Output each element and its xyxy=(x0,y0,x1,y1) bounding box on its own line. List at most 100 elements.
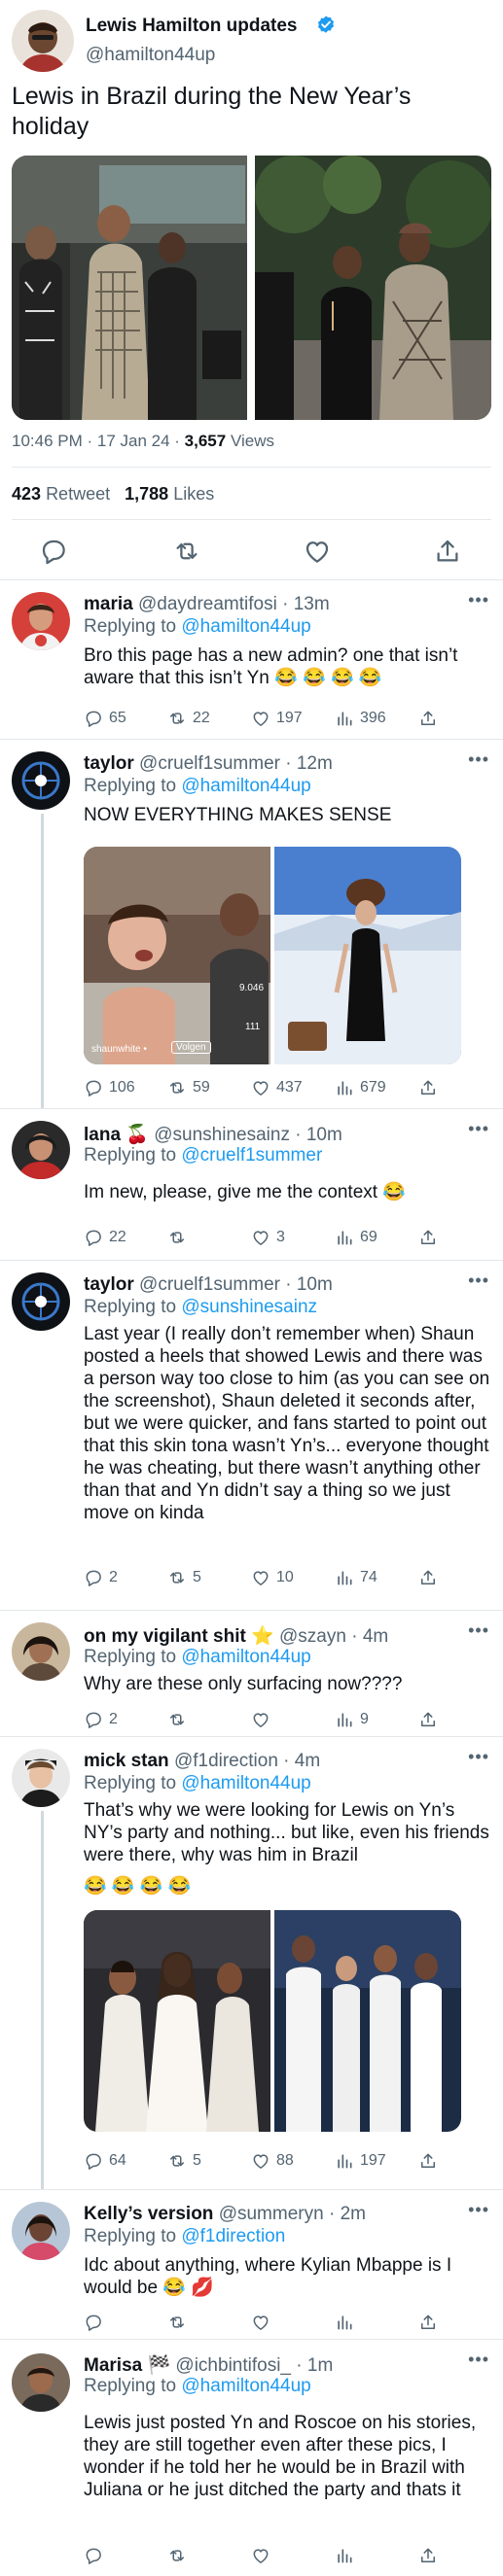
mention-link[interactable]: @hamilton44up xyxy=(181,1647,310,1667)
avatar[interactable] xyxy=(12,1272,70,1331)
views-button[interactable]: 396 xyxy=(335,707,386,730)
reply-author-handle[interactable]: @szayn xyxy=(279,1626,346,1647)
share-button[interactable] xyxy=(418,2311,444,2334)
avatar[interactable] xyxy=(12,1749,70,1807)
more-options-icon[interactable]: ••• xyxy=(468,1119,489,1139)
views-button[interactable]: 69 xyxy=(335,1226,377,1249)
like-button[interactable]: 437 xyxy=(251,1076,303,1099)
avatar[interactable] xyxy=(12,1121,70,1179)
reply-button[interactable]: 65 xyxy=(84,707,126,730)
reply-author-name[interactable]: on my vigilant shit ⭐ xyxy=(84,1626,274,1647)
reply-button[interactable] xyxy=(84,2311,109,2334)
share-button[interactable] xyxy=(418,2149,444,2173)
author-avatar[interactable] xyxy=(12,10,74,72)
like-button[interactable]: 10 xyxy=(251,1566,294,1589)
reply-tweet[interactable]: taylor @cruelf1summer · 12m ••• Replying… xyxy=(0,739,503,1109)
reply-media[interactable] xyxy=(84,1910,461,2132)
reply-author-handle[interactable]: @summeryn xyxy=(219,2204,324,2224)
retweet-button[interactable]: 59 xyxy=(167,1076,210,1099)
reply-author-name[interactable]: mick stan xyxy=(84,1751,169,1771)
retweet-count[interactable]: 423 xyxy=(12,484,41,504)
like-icon[interactable] xyxy=(303,537,332,566)
mention-link[interactable]: @hamilton44up xyxy=(181,1773,310,1793)
views-button[interactable]: 9 xyxy=(335,1708,369,1731)
more-options-icon[interactable]: ••• xyxy=(468,2200,489,2220)
retweet-button[interactable]: 5 xyxy=(167,1566,201,1589)
reply-tweet[interactable]: Kelly’s version @summeryn · 2m ••• Reply… xyxy=(0,2189,503,2339)
retweet-icon[interactable] xyxy=(172,537,201,566)
reply-tweet[interactable]: Marisa 🏁 @ichbintifosi_ · 1m ••• Replyin… xyxy=(0,2339,503,2576)
like-button[interactable] xyxy=(251,2544,276,2567)
avatar[interactable] xyxy=(12,2353,70,2412)
reply-button[interactable] xyxy=(84,2544,109,2567)
likes-label[interactable]: Likes xyxy=(173,484,214,504)
reply-button[interactable]: 2 xyxy=(84,1566,118,1589)
mention-link[interactable]: @hamilton44up xyxy=(181,616,310,637)
share-button[interactable] xyxy=(418,1566,444,1589)
share-button[interactable] xyxy=(418,1076,444,1099)
retweet-button[interactable] xyxy=(167,1226,193,1249)
mention-link[interactable]: @hamilton44up xyxy=(181,776,310,796)
reply-tweet[interactable]: taylor @cruelf1summer · 10m ••• Replying… xyxy=(0,1260,503,1610)
share-button[interactable] xyxy=(418,2544,444,2567)
reply-author-name[interactable]: maria xyxy=(84,594,133,614)
reply-author-handle[interactable]: @ichbintifosi_ xyxy=(175,2355,291,2376)
reply-author-name[interactable]: taylor xyxy=(84,753,134,774)
reply-icon[interactable] xyxy=(39,537,68,566)
like-button[interactable]: 88 xyxy=(251,2149,294,2173)
reply-author-name[interactable]: Marisa 🏁 xyxy=(84,2355,170,2376)
mention-link[interactable]: @sunshinesainz xyxy=(181,1297,317,1317)
views-button[interactable]: 197 xyxy=(335,2149,386,2173)
reply-author-handle[interactable]: @daydreamtifosi xyxy=(138,594,277,614)
share-icon[interactable] xyxy=(433,537,462,566)
avatar[interactable] xyxy=(12,1622,70,1681)
mention-link[interactable]: @hamilton44up xyxy=(181,2376,310,2396)
reply-tweet[interactable]: maria @daydreamtifosi · 13m ••• Replying… xyxy=(0,579,503,739)
reply-author-handle[interactable]: @sunshinesainz xyxy=(154,1125,290,1145)
more-options-icon[interactable]: ••• xyxy=(468,749,489,770)
reply-button[interactable]: 22 xyxy=(84,1226,126,1249)
author-name[interactable]: Lewis Hamilton updates xyxy=(86,16,297,37)
reply-author-name[interactable]: Kelly’s version xyxy=(84,2204,213,2224)
views-button[interactable]: 679 xyxy=(335,1076,386,1099)
like-button[interactable] xyxy=(251,2311,276,2334)
retweet-button[interactable] xyxy=(167,1708,193,1731)
like-button[interactable] xyxy=(251,1708,276,1731)
avatar[interactable] xyxy=(12,751,70,810)
reply-author-name[interactable]: lana 🍒 xyxy=(84,1125,149,1145)
more-options-icon[interactable]: ••• xyxy=(468,590,489,610)
reply-tweet[interactable]: lana 🍒 @sunshinesainz · 10m ••• Replying… xyxy=(0,1108,503,1260)
reply-tweet[interactable]: on my vigilant shit ⭐ @szayn · 4m ••• Re… xyxy=(0,1610,503,1736)
author-handle[interactable]: @hamilton44up xyxy=(86,45,215,66)
retweet-button[interactable] xyxy=(167,2311,193,2334)
share-button[interactable] xyxy=(418,707,444,730)
retweet-button[interactable]: 5 xyxy=(167,2149,201,2173)
views-button[interactable]: 74 xyxy=(335,1566,377,1589)
retweet-label[interactable]: Retweet xyxy=(46,484,110,504)
reply-media[interactable]: shaunwhite • Volgen 9.046 111 xyxy=(84,847,461,1064)
mention-link[interactable]: @f1direction xyxy=(181,2226,285,2246)
views-button[interactable] xyxy=(335,2311,360,2334)
reply-author-name[interactable]: taylor xyxy=(84,1274,134,1295)
like-button[interactable]: 3 xyxy=(251,1226,285,1249)
like-button[interactable]: 197 xyxy=(251,707,303,730)
reply-tweet[interactable]: mick stan @f1direction · 4m ••• Replying… xyxy=(0,1736,503,2190)
share-button[interactable] xyxy=(418,1708,444,1731)
reply-button[interactable]: 64 xyxy=(84,2149,126,2173)
more-options-icon[interactable]: ••• xyxy=(468,1620,489,1641)
reply-button[interactable]: 2 xyxy=(84,1708,118,1731)
retweet-button[interactable] xyxy=(167,2544,193,2567)
more-options-icon[interactable]: ••• xyxy=(468,1271,489,1291)
mention-link[interactable]: @cruelf1summer xyxy=(181,1145,322,1166)
reply-button[interactable]: 106 xyxy=(84,1076,135,1099)
more-options-icon[interactable]: ••• xyxy=(468,1747,489,1767)
reply-author-handle[interactable]: @cruelf1summer xyxy=(139,1274,280,1295)
views-button[interactable] xyxy=(335,2544,360,2567)
more-options-icon[interactable]: ••• xyxy=(468,2350,489,2370)
reply-author-handle[interactable]: @f1direction xyxy=(174,1751,278,1771)
retweet-button[interactable]: 22 xyxy=(167,707,210,730)
avatar[interactable] xyxy=(12,2202,70,2260)
likes-count[interactable]: 1,788 xyxy=(125,484,168,504)
follow-button[interactable]: Volgen xyxy=(171,1041,211,1054)
share-button[interactable] xyxy=(418,1226,444,1249)
